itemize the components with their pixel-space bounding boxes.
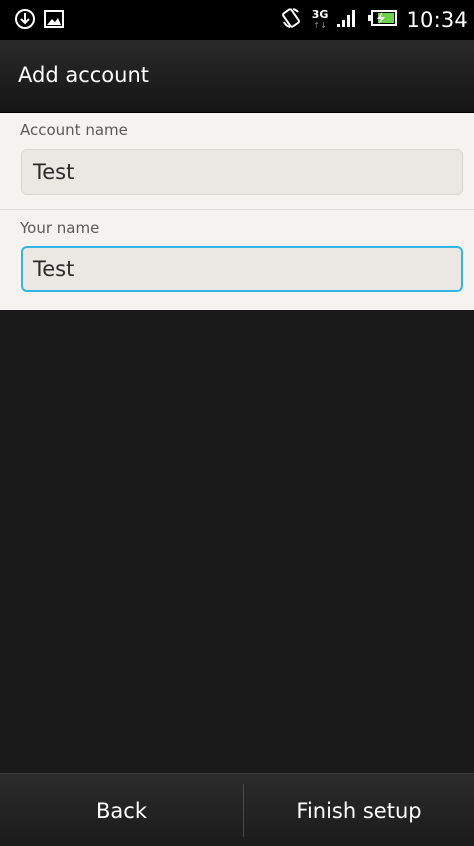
status-bar: 3G ↑↓ 10:34 — [0, 0, 474, 40]
page-title: Add account — [18, 63, 149, 87]
status-right-icons: 3G ↑↓ 10:34 — [280, 6, 468, 34]
bottom-action-bar: Back Finish setup — [0, 773, 474, 846]
field-divider — [0, 209, 474, 210]
finish-setup-button-label: Finish setup — [296, 798, 422, 823]
network-type-indicator: 3G ↑↓ — [312, 9, 329, 31]
rotate-icon — [280, 6, 304, 34]
back-button[interactable]: Back — [0, 774, 243, 846]
battery-icon — [368, 9, 398, 31]
image-icon — [44, 10, 64, 32]
status-time: 10:34 — [406, 8, 468, 32]
account-name-value: Test — [33, 160, 75, 184]
account-name-field[interactable]: Test — [21, 149, 463, 195]
your-name-value: Test — [33, 257, 75, 281]
status-left-icons — [14, 8, 64, 34]
title-bar: Add account — [0, 40, 474, 113]
finish-setup-button[interactable]: Finish setup — [244, 774, 474, 846]
signal-icon — [336, 8, 360, 32]
account-name-label: Account name — [20, 121, 128, 139]
account-form: Account name Test Your name Test — [0, 113, 474, 310]
download-icon — [14, 8, 36, 34]
data-arrows-icon: ↑↓ — [313, 21, 327, 30]
your-name-label: Your name — [20, 219, 100, 237]
back-button-label: Back — [96, 798, 147, 823]
screen: 3G ↑↓ 10:34 Add account Account name Tes… — [0, 0, 474, 846]
your-name-field[interactable]: Test — [21, 246, 463, 292]
